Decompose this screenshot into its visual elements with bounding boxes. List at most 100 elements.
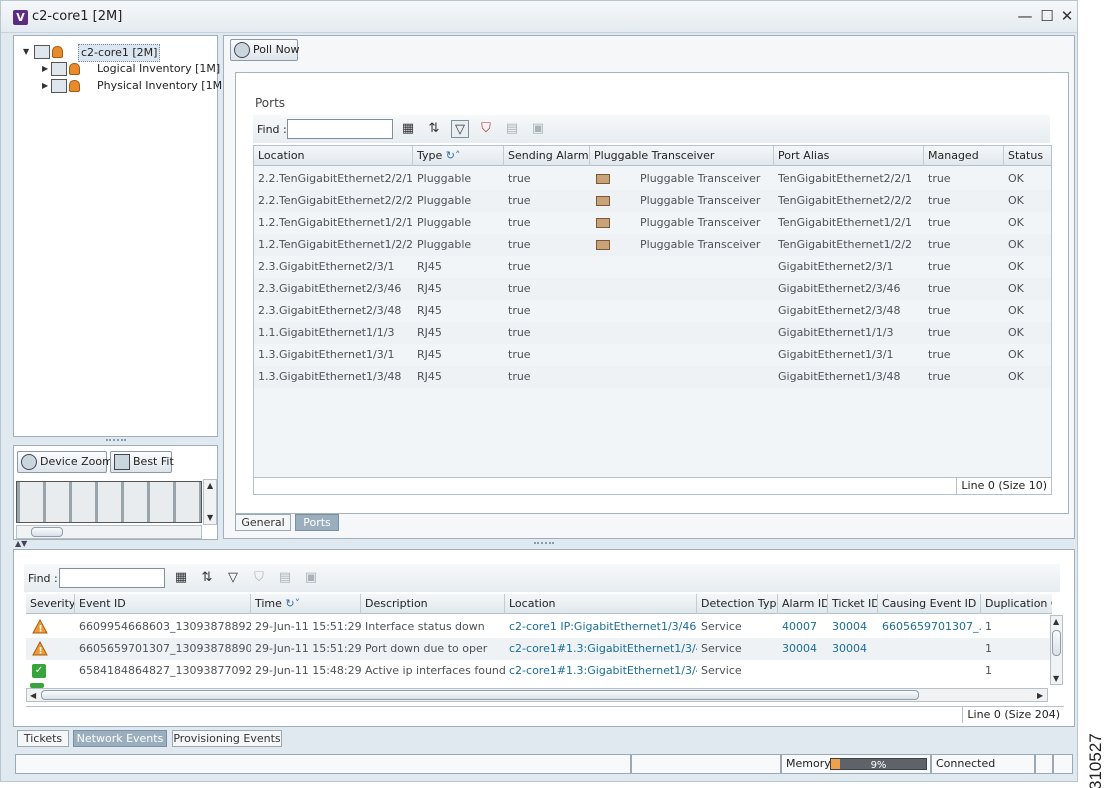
table-row[interactable]: 2.3.GigabitEthernet2/3/48 RJ45 true Gigabit…	[254, 300, 1051, 322]
device-zoom-button[interactable]: Device Zoom	[17, 451, 113, 473]
column-header-type[interactable]: Type ↻˄	[413, 146, 504, 166]
close-button[interactable]: ✕	[1059, 8, 1075, 24]
column-header-detection-type[interactable]: Detection Type	[697, 594, 778, 614]
column-header-port-alias[interactable]: Port Alias	[774, 146, 924, 166]
best-fit-button[interactable]: Best Fit	[110, 451, 174, 473]
column-header-location[interactable]: Location	[254, 146, 413, 166]
table-row[interactable]: 1.1.GigabitEthernet1/1/3 RJ45 true GigabitE…	[254, 322, 1051, 344]
cell-location[interactable]: c2-core1#1.3:GigabitEthernet1/3/46	[505, 638, 697, 660]
magnifier-icon	[21, 454, 37, 470]
column-header-causing-event-id[interactable]: Causing Event ID	[878, 594, 981, 614]
tab-network-events[interactable]: Network Events	[73, 730, 167, 747]
cell-ticket-id[interactable]	[828, 660, 878, 682]
cell-alias: GigabitEthernet1/1/3	[778, 326, 894, 339]
cell-ticket-id[interactable]: 30004	[828, 638, 878, 660]
events-hscroll[interactable]: ◀ ▶	[26, 688, 1048, 702]
column-header-pluggable-transceiver[interactable]: Pluggable Transceiver	[590, 146, 774, 166]
table-row[interactable]: ! 6605659701307_1309387889063 29-Jun-11 15…	[26, 638, 1050, 660]
cell-causing[interactable]	[878, 638, 981, 660]
table-row[interactable]: 2.3.GigabitEthernet2/3/46 RJ45 true Gigabit…	[254, 278, 1051, 300]
minimize-button[interactable]: —	[1017, 8, 1033, 24]
table-row[interactable]: 2.2.TenGigabitEthernet2/2/2 Pluggable true…	[254, 190, 1051, 212]
cell-event-id: 6609954668603_1309387889230	[79, 620, 251, 633]
column-header-status[interactable]: Status	[1004, 146, 1051, 166]
table-row[interactable]: 1.2.TenGigabitEthernet1/2/1 Pluggable true…	[254, 212, 1051, 234]
cell-location: 2.2.TenGigabitEthernet2/2/1	[258, 172, 413, 185]
collapse-icon[interactable]: ▼	[23, 48, 31, 56]
events-vscroll[interactable]: ▲ ▼	[1050, 615, 1063, 685]
clear-filter-icon[interactable]: ⛉	[250, 569, 268, 587]
cell-severity: !	[26, 616, 75, 638]
column-header-event-id[interactable]: Event ID	[75, 594, 251, 614]
scroll-thumb[interactable]	[41, 690, 919, 700]
table-row[interactable]: 1.3.GigabitEthernet1/3/1 RJ45 true GigabitE…	[254, 344, 1051, 366]
cell-alarm-id[interactable]: 30004	[778, 638, 828, 660]
tab-general[interactable]: General	[235, 514, 291, 531]
cell-ticket-id[interactable]: 30004	[828, 616, 878, 638]
filter-icon[interactable]: ▽	[224, 569, 242, 587]
poll-now-button[interactable]: Poll Now	[230, 39, 300, 61]
print-icon[interactable]: ▣	[529, 120, 547, 138]
scroll-thumb[interactable]	[1052, 630, 1061, 656]
column-header-location[interactable]: Location	[505, 594, 697, 614]
tab-ports[interactable]: Ports	[295, 514, 339, 531]
column-chooser-icon[interactable]: ▦	[172, 569, 190, 587]
table-row[interactable]: ✓ 6584184864827_1309387709231 29-Jun-11 15…	[26, 660, 1050, 682]
cell-location[interactable]: c2-core1 IP:GigabitEthernet1/3/46	[505, 616, 697, 638]
table-row[interactable]: 2.2.TenGigabitEthernet2/2/1 Pluggable true…	[254, 168, 1051, 190]
table-row[interactable]: 2.3.GigabitEthernet2/3/1 RJ45 true GigabitE…	[254, 256, 1051, 278]
horizontal-splitter-grip[interactable]	[534, 542, 554, 545]
cell-location: 2.3.GigabitEthernet2/3/1	[258, 260, 395, 273]
tab-tickets[interactable]: Tickets	[17, 730, 69, 747]
column-header-severity[interactable]: Severity	[26, 594, 75, 614]
tree-root[interactable]: ▼ c2-core1 [2M]	[14, 44, 214, 62]
column-header-alarm-id[interactable]: Alarm ID	[778, 594, 828, 614]
column-header-time[interactable]: Time ↻˅	[251, 594, 361, 614]
alarm-bell-icon	[69, 80, 80, 92]
table-row[interactable]: 1.2.TenGigabitEthernet1/2/2 Pluggable true…	[254, 234, 1051, 256]
tree-item-physical-inventory[interactable]: ▶ Physical Inventory [1M]	[14, 78, 226, 94]
table-row[interactable]: 1.3.GigabitEthernet1/3/48 RJ45 true Gigabit…	[254, 366, 1051, 388]
sort-icon[interactable]: ⇅	[425, 120, 443, 138]
cell-causing[interactable]: 6605659701307_...	[878, 616, 981, 638]
column-header-label: Type	[417, 149, 443, 162]
column-header-duplication-count[interactable]: Duplication C	[981, 594, 1052, 614]
events-find-input[interactable]	[59, 568, 165, 588]
ports-find-input[interactable]	[287, 119, 393, 139]
transceiver-icon	[596, 218, 610, 228]
cell-status: OK	[1008, 238, 1024, 251]
table-row[interactable]: ! 6609954668603_1309387889230 29-Jun-11 15…	[26, 616, 1050, 638]
cell-causing[interactable]	[878, 660, 981, 682]
cell-location: 1.2.TenGigabitEthernet1/2/1	[258, 216, 413, 229]
cell-sending: true	[508, 282, 531, 295]
expand-icon[interactable]: ▶	[42, 65, 50, 73]
cell-alias: TenGigabitEthernet2/2/1	[778, 172, 913, 185]
device-thumbnail[interactable]	[16, 481, 202, 523]
export-icon[interactable]: ▤	[276, 569, 294, 587]
column-header-managed[interactable]: Managed	[924, 146, 1004, 166]
scroll-thumb[interactable]	[31, 527, 63, 537]
logical-inventory-icon	[51, 62, 67, 76]
column-header-sending-alarms[interactable]: Sending Alarms	[504, 146, 590, 166]
print-icon[interactable]: ▣	[302, 569, 320, 587]
clear-filter-icon[interactable]: ⛉	[477, 120, 495, 138]
overview-vscroll[interactable]: ▲ ▼	[203, 479, 217, 525]
cell-alarm-id[interactable]: 40007	[778, 616, 828, 638]
cell-sending: true	[508, 172, 531, 185]
expand-icon[interactable]: ▶	[42, 82, 50, 90]
tab-provisioning-events[interactable]: Provisioning Events	[172, 730, 282, 747]
tree-item-logical-inventory[interactable]: ▶ Logical Inventory [1M]	[14, 61, 220, 77]
splitter-grip[interactable]	[106, 439, 126, 442]
column-chooser-icon[interactable]: ▦	[399, 120, 417, 138]
export-icon[interactable]: ▤	[503, 120, 521, 138]
filter-icon[interactable]: ▽	[451, 120, 469, 138]
column-header-description[interactable]: Description	[361, 594, 505, 614]
cell-location[interactable]: c2-core1#1.3:GigabitEthernet1/3/46	[505, 660, 697, 682]
sort-icon[interactable]: ⇅	[198, 569, 216, 587]
maximize-button[interactable]: ☐	[1039, 8, 1055, 24]
splitter-arrows-icon[interactable]: ▲▼	[15, 539, 27, 548]
overview-hscroll[interactable]	[16, 525, 202, 539]
cell-alarm-id[interactable]	[778, 660, 828, 682]
column-header-ticket-id[interactable]: Ticket ID	[828, 594, 878, 614]
svg-text:!: !	[39, 625, 43, 635]
